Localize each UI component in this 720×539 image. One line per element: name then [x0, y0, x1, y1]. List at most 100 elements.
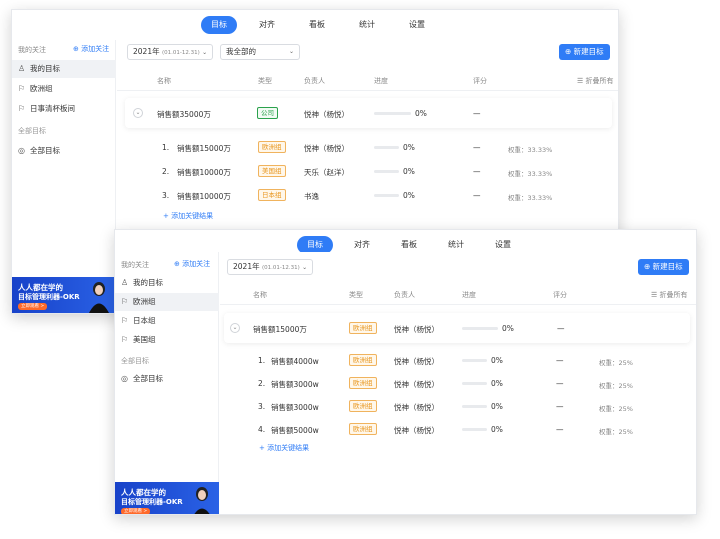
col-type: 类型 — [258, 77, 272, 85]
collapse-all-toggle[interactable]: ☰ 折叠所有 — [651, 290, 688, 300]
sidebar-item-europe[interactable]: ⚐ 欧洲组 — [12, 80, 116, 98]
kr-index: 3. — [258, 402, 266, 411]
kr-type-tag: 欧洲组 — [258, 141, 286, 153]
kr-weight: 权重：33.33% — [508, 146, 553, 154]
kr-score: — — [473, 143, 481, 152]
promo-banner[interactable]: 人人都在学的 目标管理利器-OKR 立即观看 > — [12, 277, 116, 313]
add-follow-link[interactable]: ⊕ 添加关注 — [73, 44, 109, 54]
sidebar-item-my-goals[interactable]: ♙ 我的目标 — [12, 60, 116, 78]
chevron-down-icon: ⌄ — [302, 264, 308, 271]
sidebar-item-label: 全部目标 — [30, 146, 60, 155]
tab-board[interactable]: 看板 — [299, 16, 335, 34]
kr-weight: 权重：25% — [599, 382, 633, 390]
sidebar-header: 我的关注 — [18, 46, 46, 54]
add-follow-link[interactable]: ⊕ 添加关注 — [174, 259, 210, 269]
kr-weight: 权重：25% — [599, 359, 633, 367]
col-progress: 进度 — [374, 77, 388, 85]
promo-banner[interactable]: 人人都在学的 目标管理利器-OKR 立即观看 > — [115, 482, 219, 514]
kr-name[interactable]: 销售额3000w — [271, 379, 319, 390]
objective-progress-text: 0% — [502, 324, 514, 333]
user-icon: ♙ — [18, 64, 26, 73]
add-key-result-link[interactable]: + 添加关键结果 — [163, 211, 213, 221]
objective-type-tag: 欧洲组 — [349, 322, 377, 334]
objective-owner: 悦神（杨悦） — [394, 325, 439, 334]
kr-name[interactable]: 销售额15000万 — [177, 143, 231, 154]
col-type: 类型 — [349, 291, 363, 299]
presenter-avatar — [194, 487, 210, 514]
kr-owner: 悦神（杨悦） — [394, 426, 439, 435]
sidebar-item-usa[interactable]: ⚐ 美国组 — [115, 331, 219, 349]
kr-index: 1. — [258, 356, 266, 365]
kr-score: — — [473, 167, 481, 176]
year-selector[interactable]: 2021年 (01.01-12.31) ⌄ — [227, 259, 314, 275]
new-goal-button[interactable]: ⊕ 新建目标 — [559, 44, 610, 60]
add-key-result-link[interactable]: + 添加关键结果 — [259, 443, 309, 453]
kr-type-tag: 日本组 — [258, 189, 286, 201]
expand-toggle-icon[interactable]: ⌄ — [133, 108, 143, 118]
col-name: 名称 — [157, 77, 171, 85]
kr-name[interactable]: 销售额4000w — [271, 356, 319, 367]
objective-progress-text: 0% — [415, 109, 427, 118]
kr-progress-text: 0% — [491, 402, 503, 411]
sidebar: 我的关注 ⊕ 添加关注 ♙ 我的目标 ⚐ 欧洲组 ⚐ 日事清杯板间 全部目标 ◎… — [12, 40, 116, 313]
kr-score: — — [473, 191, 481, 200]
sidebar-item-label: 欧洲组 — [30, 84, 53, 93]
kr-index: 3. — [162, 191, 170, 200]
tab-settings[interactable]: 设置 — [399, 16, 435, 34]
kr-progress-text: 0% — [403, 167, 415, 176]
sidebar-item-europe[interactable]: ⚐ 欧洲组 — [115, 293, 219, 311]
user-icon: ♙ — [121, 278, 129, 287]
tab-align[interactable]: 对齐 — [249, 16, 285, 34]
year-value: 2021年 — [233, 262, 260, 271]
sidebar-item-team-board[interactable]: ⚐ 日事清杯板间 — [12, 100, 116, 118]
kr-type-tag: 欧洲组 — [349, 400, 377, 412]
sidebar-item-all-goals[interactable]: ◎ 全部目标 — [115, 370, 219, 388]
sidebar-item-japan[interactable]: ⚐ 日本组 — [115, 312, 219, 330]
sidebar-item-all-goals[interactable]: ◎ 全部目标 — [12, 142, 116, 160]
kr-name[interactable]: 销售额10000万 — [177, 167, 231, 178]
kr-progress-text: 0% — [403, 143, 415, 152]
target-icon: ◎ — [18, 146, 25, 155]
kr-progress-bar — [374, 194, 399, 197]
chevron-down-icon: ⌄ — [202, 49, 208, 56]
kr-progress-bar — [462, 382, 487, 385]
kr-type-tag: 美国组 — [258, 165, 286, 177]
tab-stats[interactable]: 统计 — [349, 16, 385, 34]
sidebar-item-my-goals[interactable]: ♙ 我的目标 — [115, 274, 219, 292]
kr-weight: 权重：33.33% — [508, 170, 553, 178]
scope-selector[interactable]: 我全部的 ⌄ — [220, 44, 300, 60]
objective-row[interactable]: ⌄ 销售额15000万 欧洲组 悦神（杨悦） 0% — — [224, 313, 690, 343]
kr-score: — — [556, 379, 564, 388]
objective-row[interactable]: ⌄ 销售额35000万 公司 悦神（杨悦） 0% — — [125, 98, 612, 128]
tab-goals[interactable]: 目标 — [201, 16, 237, 34]
new-goal-button[interactable]: ⊕ 新建目标 — [638, 259, 689, 275]
banner-watch-button[interactable]: 立即观看 > — [18, 303, 48, 310]
kr-name[interactable]: 销售额10000万 — [177, 191, 231, 202]
banner-subtitle: 目标管理利器-OKR — [121, 498, 183, 506]
kr-progress-text: 0% — [403, 191, 415, 200]
expand-toggle-icon[interactable]: ⌄ — [230, 323, 240, 333]
kr-owner: 书逸 — [304, 192, 319, 201]
kr-index: 2. — [258, 379, 266, 388]
flag-icon: ⚐ — [18, 104, 26, 113]
kr-name[interactable]: 销售额5000w — [271, 425, 319, 436]
kr-weight: 权重：25% — [599, 405, 633, 413]
kr-progress-bar — [374, 170, 399, 173]
year-selector[interactable]: 2021年 (01.01-12.31) ⌄ — [127, 44, 214, 60]
collapse-all-toggle[interactable]: ☰ 折叠所有 — [577, 76, 614, 86]
banner-subtitle: 目标管理利器-OKR — [18, 293, 80, 301]
kr-progress-text: 0% — [491, 356, 503, 365]
kr-name[interactable]: 销售额3000w — [271, 402, 319, 413]
sidebar-group-label: 全部目标 — [121, 357, 149, 365]
flag-icon: ⚐ — [121, 316, 129, 325]
objective-name: 销售额35000万 — [157, 110, 211, 119]
objective-name: 销售额15000万 — [253, 325, 307, 334]
kr-type-tag: 欧洲组 — [349, 423, 377, 435]
banner-watch-button[interactable]: 立即观看 > — [121, 508, 151, 514]
kr-index: 1. — [162, 143, 170, 152]
top-nav: 目标 对齐 看板 统计 设置 — [12, 10, 618, 40]
kr-owner: 悦神（杨悦） — [394, 357, 439, 366]
col-owner: 负责人 — [304, 77, 325, 85]
target-icon: ◎ — [121, 374, 128, 383]
kr-owner: 天乐（赵洋） — [304, 168, 349, 177]
